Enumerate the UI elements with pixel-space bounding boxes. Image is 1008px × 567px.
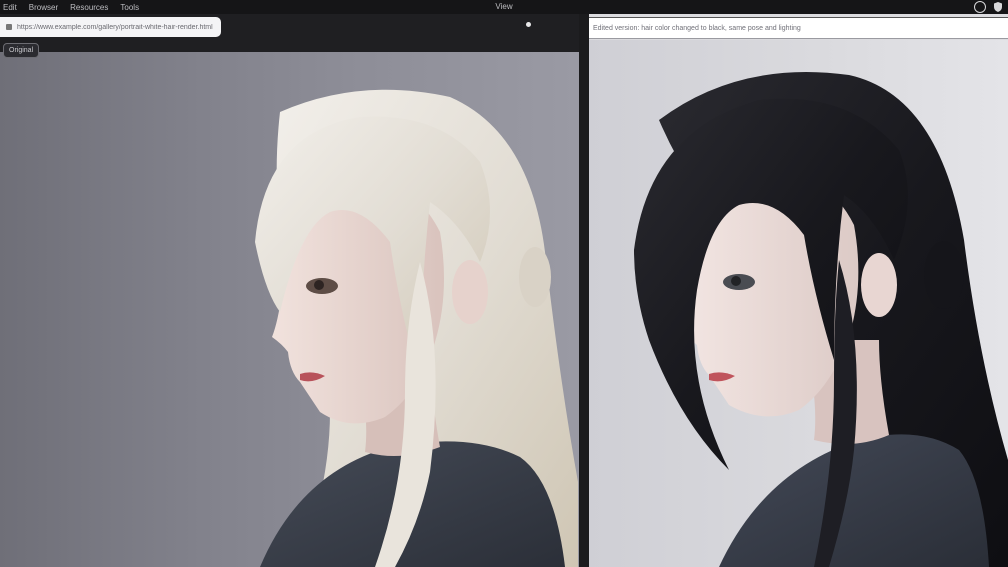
left-address-bar[interactable]: https://www.example.com/gallery/portrait…	[0, 17, 221, 37]
panel-divider[interactable]	[579, 14, 589, 567]
right-panel: Edited version: hair color changed to bl…	[589, 14, 1008, 567]
account-icon[interactable]	[974, 1, 986, 13]
black-hair-portrait	[634, 72, 1008, 567]
window-title: View	[495, 2, 513, 11]
menu-item-resources[interactable]: Resources	[70, 3, 108, 12]
right-image-canvas	[589, 40, 1008, 567]
top-icons	[974, 1, 1002, 13]
status-dot-icon	[526, 22, 531, 27]
right-address-bar[interactable]: Edited version: hair color changed to bl…	[589, 17, 1008, 39]
menu-bar: Edit Browser Resources Tools	[0, 3, 139, 12]
left-image-canvas	[0, 52, 579, 567]
left-panel: https://www.example.com/gallery/portrait…	[0, 14, 579, 567]
right-address-text: Edited version: hair color changed to bl…	[593, 24, 801, 32]
original-badge[interactable]: Original	[3, 43, 40, 58]
white-hair-portrait	[255, 89, 578, 567]
menu-item-edit[interactable]: Edit	[3, 3, 17, 12]
page-icon	[6, 24, 12, 30]
menu-item-browser[interactable]: Browser	[29, 3, 58, 12]
menu-item-tools[interactable]: Tools	[120, 3, 139, 12]
shield-icon[interactable]	[994, 2, 1002, 12]
sweater-shape	[719, 434, 989, 567]
left-address-text: https://www.example.com/gallery/portrait…	[17, 23, 213, 31]
app-top-bar: Edit Browser Resources Tools View	[0, 0, 1008, 14]
